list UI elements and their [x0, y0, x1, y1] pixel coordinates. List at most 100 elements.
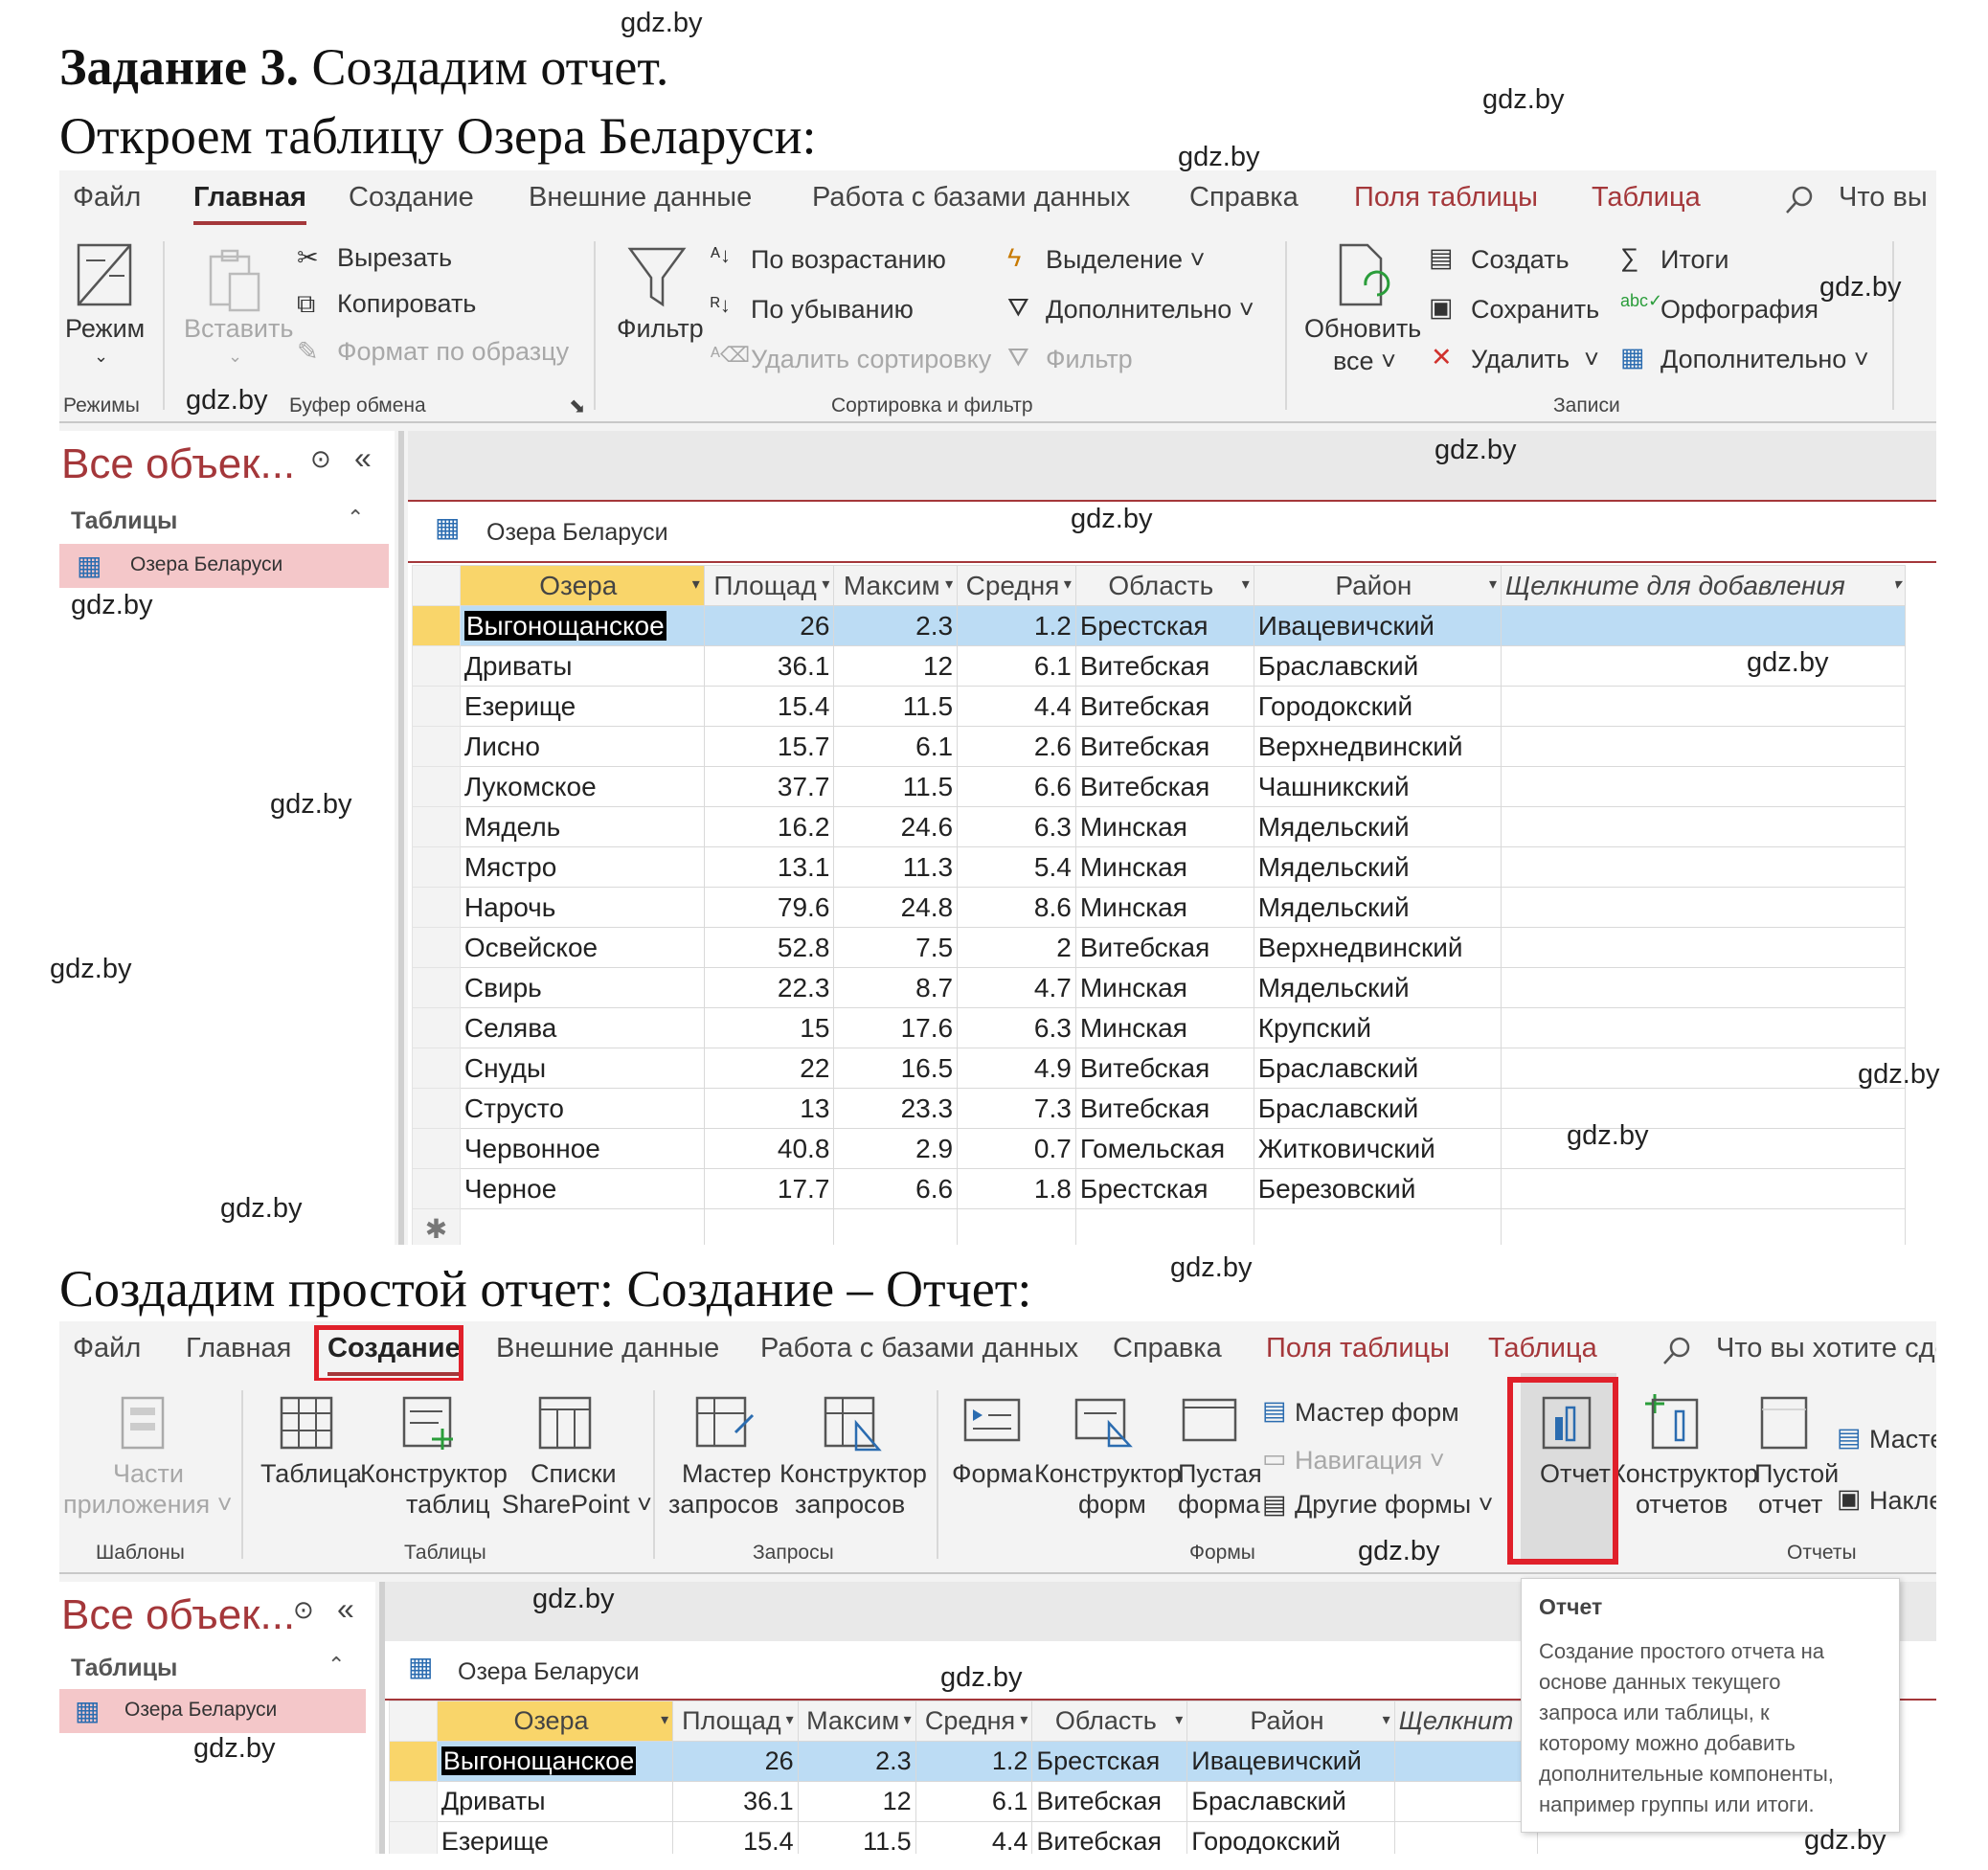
tab-home[interactable]: Главная [186, 1333, 291, 1364]
nav-section-tables[interactable]: Таблицы [71, 507, 177, 535]
table-row[interactable]: Лукомское 37.7 11.5 6.6 Витебская Чашникский [412, 766, 1906, 807]
table-cell[interactable]: 13 [703, 1088, 835, 1129]
table-cell[interactable]: Свирь [459, 967, 705, 1008]
table-cell[interactable]: Дриваты [459, 645, 705, 687]
table-row[interactable]: Выгонощанское 26 2.3 1.2 Брестская Ивацевичск… [412, 605, 1906, 646]
select-all-corner[interactable] [389, 1701, 438, 1742]
table-cell[interactable]: Брестская [1074, 605, 1254, 646]
tab-database-tools[interactable]: Работа с базами данных [760, 1333, 1078, 1364]
table-cell[interactable]: Мядельский [1253, 967, 1502, 1008]
table-cell[interactable]: Брестская [1031, 1741, 1188, 1782]
view-mode-button[interactable]: Режим [65, 314, 145, 344]
row-selector[interactable] [412, 766, 461, 807]
row-selector[interactable] [412, 645, 461, 687]
blank-report-button[interactable]: Пустой [1754, 1459, 1839, 1489]
create-table-button[interactable]: Таблица [260, 1459, 362, 1489]
format-painter-button[interactable]: Формат по образцу [337, 337, 569, 367]
table-row[interactable]: Лисно 15.7 6.1 2.6 Витебская Верхнедвинский [412, 726, 1906, 767]
table-cell[interactable] [1501, 1168, 1906, 1209]
delete-record-button[interactable]: Удалить ˅ [1471, 345, 1599, 374]
table-cell[interactable]: Мядельский [1253, 846, 1502, 888]
table-cell[interactable]: 13.1 [703, 846, 835, 888]
row-selector[interactable] [412, 686, 461, 727]
cut-button[interactable]: Вырезать [337, 243, 452, 273]
column-header[interactable]: Область ▾ [1074, 565, 1254, 606]
tab-external-data[interactable]: Внешние данные [529, 182, 752, 214]
more-records-button[interactable]: Дополнительно ˅ [1660, 345, 1869, 374]
table-cell[interactable]: 17.6 [833, 1007, 959, 1048]
row-selector[interactable] [412, 1007, 461, 1048]
table-cell[interactable]: Минская [1074, 967, 1254, 1008]
table-cell[interactable]: Езерище [459, 686, 705, 727]
table-cell[interactable]: 17.7 [703, 1168, 835, 1209]
table-cell[interactable]: 26 [703, 605, 835, 646]
table-cell[interactable]: 40.8 [703, 1128, 835, 1169]
table-cell[interactable] [1393, 1741, 1539, 1782]
table-cell[interactable]: Мядельский [1253, 806, 1502, 847]
table-cell[interactable]: 6.6 [957, 766, 1076, 807]
column-dropdown-icon[interactable]: ▾ [1242, 575, 1250, 594]
table-cell[interactable] [1501, 686, 1906, 727]
row-selector[interactable] [412, 1168, 461, 1209]
table-cell[interactable]: Витебская [1074, 645, 1254, 687]
table-cell[interactable] [833, 1208, 959, 1245]
query-wizard-button[interactable]: Мастер [682, 1459, 771, 1489]
table-cell[interactable]: Витебская [1031, 1821, 1188, 1854]
table-cell[interactable] [1501, 806, 1906, 847]
table-cell[interactable]: Струсто [459, 1088, 705, 1129]
table-row[interactable]: Мядель 16.2 24.6 6.3 Минская Мядельский [412, 806, 1906, 847]
table-cell[interactable]: Верхнедвинский [1253, 726, 1502, 767]
selection-button[interactable]: Выделение ˅ [1046, 245, 1205, 275]
table-cell[interactable]: Витебская [1074, 1048, 1254, 1089]
row-selector[interactable] [412, 927, 461, 968]
table-cell[interactable]: Браславский [1186, 1781, 1395, 1822]
tab-database-tools[interactable]: Работа с базами данных [812, 182, 1130, 214]
table-cell[interactable]: 2 [957, 927, 1076, 968]
table-cell[interactable] [1501, 726, 1906, 767]
search-icon[interactable] [1783, 184, 1816, 216]
table-cell[interactable] [1253, 1208, 1502, 1245]
refresh-all-button[interactable]: Обновить [1304, 314, 1421, 344]
tab-file[interactable]: Файл [73, 1333, 141, 1364]
column-header[interactable]: Озера ▾ [459, 565, 705, 606]
document-tab-title[interactable]: Озера Беларуси [458, 1658, 640, 1686]
table-cell[interactable]: 8.7 [833, 967, 959, 1008]
table-cell[interactable]: Городокский [1253, 686, 1502, 727]
table-cell[interactable] [1393, 1781, 1539, 1822]
nav-menu-icon[interactable]: ⊙ [293, 1595, 314, 1625]
nav-pane-title[interactable]: Все объек... [61, 1591, 295, 1639]
paste-button[interactable]: Вставить [184, 314, 293, 344]
tell-me-box[interactable]: Что вы хотите сде... [1716, 1333, 1936, 1364]
column-header[interactable]: Щелкните для добавления ▾ [1501, 565, 1906, 606]
pane-splitter[interactable] [398, 431, 404, 1245]
table-row[interactable]: Дриваты 36.1 12 6.1 Витебская Браславский [412, 645, 1906, 687]
table-cell[interactable]: Ивацевичский [1253, 605, 1502, 646]
table-cell[interactable]: Дриваты [436, 1781, 674, 1822]
table-cell[interactable] [1501, 605, 1906, 646]
column-dropdown-icon[interactable]: ▾ [1893, 575, 1901, 594]
table-cell[interactable]: Мядель [459, 806, 705, 847]
column-dropdown-icon[interactable]: ▾ [945, 575, 953, 594]
table-cell[interactable]: Гомельская [1074, 1128, 1254, 1169]
table-cell[interactable]: Чашникский [1253, 766, 1502, 807]
row-selector[interactable] [412, 1048, 461, 1089]
table-cell[interactable]: Выгонощанское [459, 605, 705, 646]
column-header[interactable]: Район ▾ [1253, 565, 1502, 606]
tell-me-box[interactable]: Что вы [1839, 182, 1928, 214]
table-cell[interactable]: Городокский [1186, 1821, 1395, 1854]
table-cell[interactable]: 1.2 [957, 605, 1076, 646]
table-row[interactable]: Червонное 40.8 2.9 0.7 Гомельская Житковичски… [412, 1128, 1906, 1169]
table-cell[interactable]: Минская [1074, 806, 1254, 847]
query-design-button-line2[interactable]: запросов [795, 1490, 905, 1520]
blank-report-button-line2[interactable]: отчет [1758, 1490, 1822, 1520]
table-cell[interactable]: 15.4 [703, 686, 835, 727]
spelling-button[interactable]: Орфография [1660, 295, 1819, 325]
table-cell[interactable]: 5.4 [957, 846, 1076, 888]
table-cell[interactable]: Лукомское [459, 766, 705, 807]
query-design-button[interactable]: Конструктор [779, 1459, 927, 1489]
tab-home[interactable]: Главная [193, 182, 306, 225]
table-cell[interactable]: 26 [672, 1741, 799, 1782]
table-cell[interactable]: Крупский [1253, 1007, 1502, 1048]
table-row[interactable]: Селява 15 17.6 6.3 Минская Крупский [412, 1007, 1906, 1048]
table-cell[interactable]: Выгонощанское [436, 1741, 674, 1782]
